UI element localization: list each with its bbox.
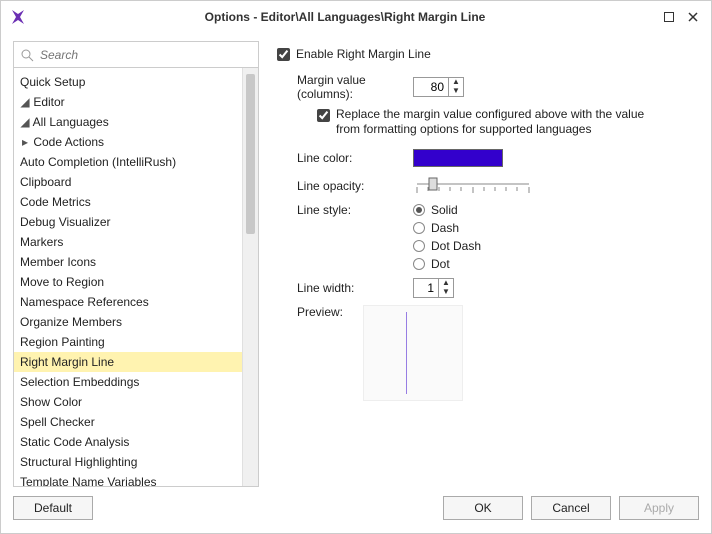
settings-panel: Enable Right Margin Line Margin value (c… [271,41,699,487]
apply-button[interactable]: Apply [619,496,699,520]
search-icon [20,48,34,62]
line-style-group: Solid Dash Dot Dash Dot [413,203,481,271]
radio-icon [413,258,425,270]
tree-item-spell-checker[interactable]: Spell Checker [14,412,242,432]
tree-item-auto-completion-intellirush-[interactable]: Auto Completion (IntelliRush) [14,152,242,172]
default-button[interactable]: Default [13,496,93,520]
replace-checkbox[interactable] [317,109,330,122]
dialog-title: Options - Editor\All Languages\Right Mar… [35,10,655,24]
tree-quick-setup[interactable]: Quick Setup [14,72,242,92]
spin-down-icon[interactable]: ▼ [439,288,453,297]
line-opacity-label: Line opacity: [273,179,413,193]
line-style-label: Line style: [273,203,413,217]
cancel-button[interactable]: Cancel [531,496,611,520]
enable-label: Enable Right Margin Line [296,47,431,61]
preview-box [363,305,463,401]
radio-icon [413,204,425,216]
line-style-solid[interactable]: Solid [413,203,481,217]
radio-icon [413,222,425,234]
line-width-label: Line width: [273,281,413,295]
enable-checkbox[interactable] [277,48,290,61]
tree-item-member-icons[interactable]: Member Icons [14,252,242,272]
tree-scrollbar[interactable] [242,68,258,486]
preview-line [406,312,407,394]
maximize-button[interactable] [659,7,679,27]
tree-all-languages[interactable]: ◢ All Languages [14,112,242,132]
tree-item-region-painting[interactable]: Region Painting [14,332,242,352]
slider-thumb-icon[interactable] [429,178,437,190]
tree-item-code-actions[interactable]: ▸ Code Actions [14,132,242,152]
margin-value-spinner[interactable]: ▲▼ [413,77,464,97]
line-color-label: Line color: [273,151,413,165]
tree-item-right-margin-line[interactable]: Right Margin Line [14,352,242,372]
left-panel: Quick Setup◢ Editor◢ All Languages▸ Code… [13,41,259,487]
options-tree[interactable]: Quick Setup◢ Editor◢ All Languages▸ Code… [14,68,242,486]
line-style-dotdash[interactable]: Dot Dash [413,239,481,253]
search-input[interactable] [38,47,252,63]
tree-item-structural-highlighting[interactable]: Structural Highlighting [14,452,242,472]
line-color-swatch[interactable] [413,149,503,167]
tree-item-markers[interactable]: Markers [14,232,242,252]
scrollbar-thumb[interactable] [246,74,255,234]
tree-item-move-to-region[interactable]: Move to Region [14,272,242,292]
preview-label: Preview: [273,305,359,319]
tree-item-organize-members[interactable]: Organize Members [14,312,242,332]
ok-button[interactable]: OK [443,496,523,520]
line-style-dash[interactable]: Dash [413,221,481,235]
line-width-spinner[interactable]: ▲▼ [413,278,454,298]
titlebar: Options - Editor\All Languages\Right Mar… [1,1,711,33]
spin-down-icon[interactable]: ▼ [449,87,463,96]
tree-item-debug-visualizer[interactable]: Debug Visualizer [14,212,242,232]
tree-editor[interactable]: ◢ Editor [14,92,242,112]
tree-item-clipboard[interactable]: Clipboard [14,172,242,192]
tree-item-code-metrics[interactable]: Code Metrics [14,192,242,212]
radio-icon [413,240,425,252]
tree-item-static-code-analysis[interactable]: Static Code Analysis [14,432,242,452]
tree-item-namespace-references[interactable]: Namespace References [14,292,242,312]
options-dialog: Options - Editor\All Languages\Right Mar… [0,0,712,534]
tree-item-selection-embeddings[interactable]: Selection Embeddings [14,372,242,392]
margin-value-input[interactable] [414,78,448,96]
margin-value-label: Margin value (columns): [273,73,413,101]
dialog-footer: Default OK Cancel Apply [1,491,711,533]
close-button[interactable] [683,7,703,27]
tree-item-template-name-variables[interactable]: Template Name Variables [14,472,242,486]
line-style-dot[interactable]: Dot [413,257,481,271]
search-box[interactable] [14,42,258,68]
replace-label: Replace the margin value configured abov… [336,107,666,137]
app-logo-icon [9,8,27,26]
line-opacity-slider[interactable] [413,175,533,197]
line-width-input[interactable] [414,279,438,297]
tree-item-show-color[interactable]: Show Color [14,392,242,412]
